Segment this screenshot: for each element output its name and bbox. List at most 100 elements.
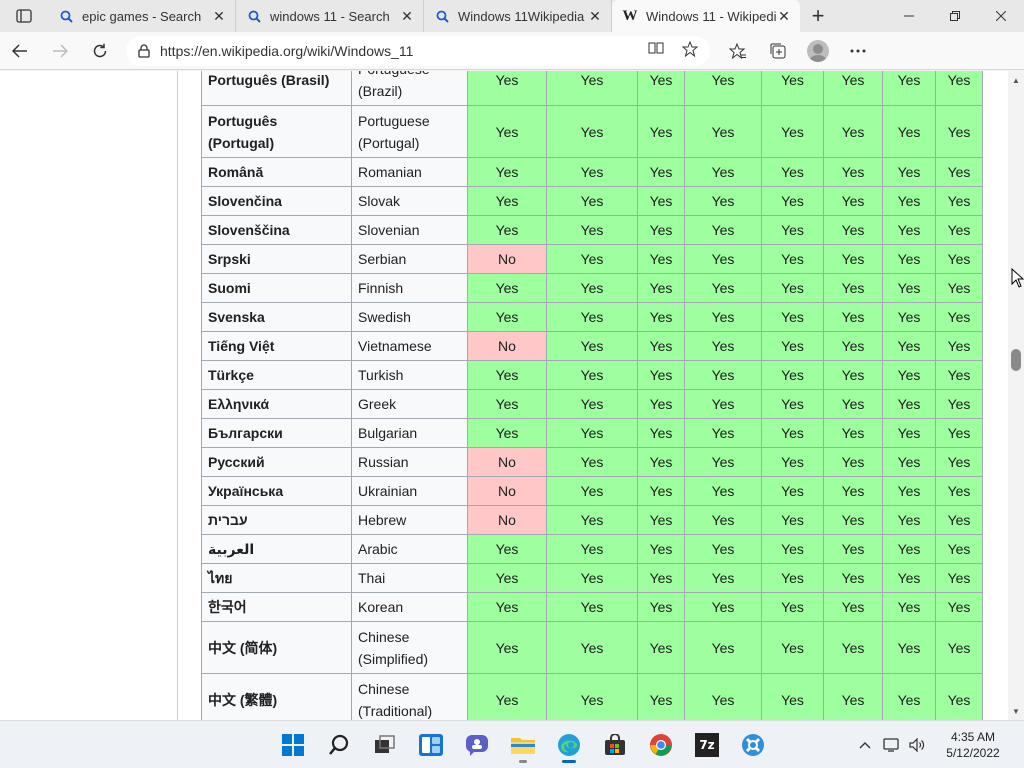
- chat-button[interactable]: [454, 725, 500, 765]
- table-row: Română Romanian Yes Yes Yes Yes Yes Yes Yes Yes: [201, 157, 983, 187]
- browser-tab[interactable]: W Windows 11 - Wikipedia ✕: [612, 0, 800, 32]
- network-button[interactable]: [878, 725, 904, 765]
- support-cell: Yes: [882, 673, 936, 720]
- read-aloud-icon[interactable]: [648, 41, 664, 60]
- support-cell: Yes: [546, 592, 638, 622]
- table-row: Ελληνικά Greek Yes Yes Yes Yes Yes Yes Yes Yes: [201, 389, 983, 419]
- browser-tab[interactable]: windows 11 - Search ✕: [236, 0, 424, 32]
- support-cell: Yes: [467, 215, 547, 245]
- task-view-button[interactable]: [362, 725, 408, 765]
- close-icon[interactable]: ✕: [776, 8, 792, 24]
- native-language-cell: Tiếng Việt: [201, 331, 352, 361]
- browser-tab[interactable]: epic games - Search ✕: [48, 0, 236, 32]
- table-row: 中文 (繁體) Chinese (Traditional) Yes Yes Yes Yes…: [201, 673, 983, 720]
- settings-menu-button[interactable]: [838, 35, 878, 67]
- scroll-up-arrow-icon[interactable]: ▲: [1008, 73, 1024, 87]
- close-window-button[interactable]: [978, 0, 1024, 32]
- add-favorite-icon[interactable]: [681, 40, 699, 60]
- store-button[interactable]: [592, 725, 638, 765]
- support-cell: Yes: [935, 105, 983, 158]
- support-cell: Yes: [761, 592, 824, 622]
- support-cell: Yes: [882, 157, 936, 187]
- close-icon[interactable]: ✕: [587, 8, 603, 24]
- close-icon[interactable]: ✕: [211, 8, 227, 24]
- support-cell: Yes: [546, 273, 638, 303]
- support-cell: Yes: [935, 331, 983, 361]
- chrome-button[interactable]: [638, 725, 684, 765]
- support-cell: Yes: [882, 71, 936, 106]
- show-hidden-icons-button[interactable]: [852, 725, 878, 765]
- restore-button[interactable]: [932, 0, 978, 32]
- support-cell: Yes: [637, 71, 685, 106]
- table-row: Svenska Swedish Yes Yes Yes Yes Yes Yes Yes Yes: [201, 302, 983, 332]
- english-language-cell: Hebrew: [351, 505, 468, 535]
- native-language-cell: Português (Brasil): [201, 71, 352, 106]
- english-language-cell: Ukrainian: [351, 476, 468, 506]
- close-icon: [996, 11, 1006, 21]
- support-cell: Yes: [935, 360, 983, 390]
- address-bar[interactable]: https://en.wikipedia.org/wiki/Windows_11: [126, 35, 710, 66]
- scroll-down-arrow-icon[interactable]: ▼: [1008, 704, 1024, 718]
- close-icon[interactable]: ✕: [399, 8, 415, 24]
- 7zip-button[interactable]: 7z: [684, 725, 730, 765]
- restore-icon: [950, 11, 960, 21]
- support-cell: Yes: [546, 186, 638, 216]
- support-cell: Yes: [823, 273, 883, 303]
- search-icon: [246, 8, 262, 24]
- support-cell: Yes: [684, 157, 762, 187]
- support-cell: Yes: [882, 186, 936, 216]
- browser-tab[interactable]: Windows 11Wikipedia ✕: [424, 0, 612, 32]
- file-explorer-button[interactable]: [500, 725, 546, 765]
- support-cell: Yes: [882, 447, 936, 477]
- lock-icon: [138, 43, 150, 58]
- support-cell: Yes: [935, 563, 983, 593]
- taskbar-search-button[interactable]: [316, 725, 362, 765]
- tab-label: epic games - Search: [82, 8, 202, 24]
- forward-button[interactable]: [40, 35, 80, 67]
- back-button[interactable]: [0, 35, 40, 67]
- edge-button[interactable]: [546, 725, 592, 765]
- refresh-button[interactable]: [80, 35, 120, 67]
- support-cell: Yes: [684, 331, 762, 361]
- refresh-icon: [93, 43, 107, 57]
- support-cell: Yes: [823, 244, 883, 274]
- minimize-button[interactable]: [886, 0, 932, 32]
- widgets-button[interactable]: [408, 725, 454, 765]
- native-language-cell: עברית: [201, 505, 352, 535]
- tab-actions-button[interactable]: [0, 0, 48, 32]
- support-cell: Yes: [546, 673, 638, 720]
- table-row: Türkçe Turkish Yes Yes Yes Yes Yes Yes Yes Yes: [201, 360, 983, 390]
- support-cell: Yes: [935, 186, 983, 216]
- support-cell: Yes: [467, 105, 547, 158]
- pinned-app-button[interactable]: [730, 725, 776, 765]
- support-cell: Yes: [761, 389, 824, 419]
- support-cell: Yes: [823, 157, 883, 187]
- support-cell: Yes: [684, 302, 762, 332]
- support-cell: Yes: [761, 563, 824, 593]
- support-cell: Yes: [823, 563, 883, 593]
- english-language-cell: Portuguese (Portugal): [351, 105, 468, 158]
- support-cell: Yes: [637, 360, 685, 390]
- store-icon: [605, 734, 625, 755]
- table-row: Português (Brasil)Portuguese (Brazil)Yes…: [201, 71, 983, 106]
- english-language-cell: Swedish: [351, 302, 468, 332]
- collections-button[interactable]: [758, 35, 798, 67]
- native-language-cell: Svenska: [201, 302, 352, 332]
- start-button[interactable]: [270, 725, 316, 765]
- support-cell: Yes: [637, 621, 685, 674]
- profile-button[interactable]: [798, 35, 838, 67]
- english-language-cell: Thai: [351, 563, 468, 593]
- native-language-cell: Ελληνικά: [201, 389, 352, 419]
- english-language-cell: Slovenian: [351, 215, 468, 245]
- favorites-icon: [729, 42, 746, 59]
- support-cell: Yes: [684, 418, 762, 448]
- scroll-thumb[interactable]: [1011, 349, 1021, 371]
- volume-button[interactable]: [904, 725, 930, 765]
- native-language-cell: 中文 (简体): [201, 621, 352, 674]
- clock[interactable]: 4:35 AM 5/12/2022: [930, 729, 1016, 761]
- support-cell: Yes: [882, 215, 936, 245]
- vertical-scrollbar[interactable]: ▲ ▼: [1008, 71, 1024, 720]
- chat-icon: [466, 735, 488, 756]
- favorites-button[interactable]: [718, 35, 758, 67]
- new-tab-button[interactable]: +: [800, 0, 836, 32]
